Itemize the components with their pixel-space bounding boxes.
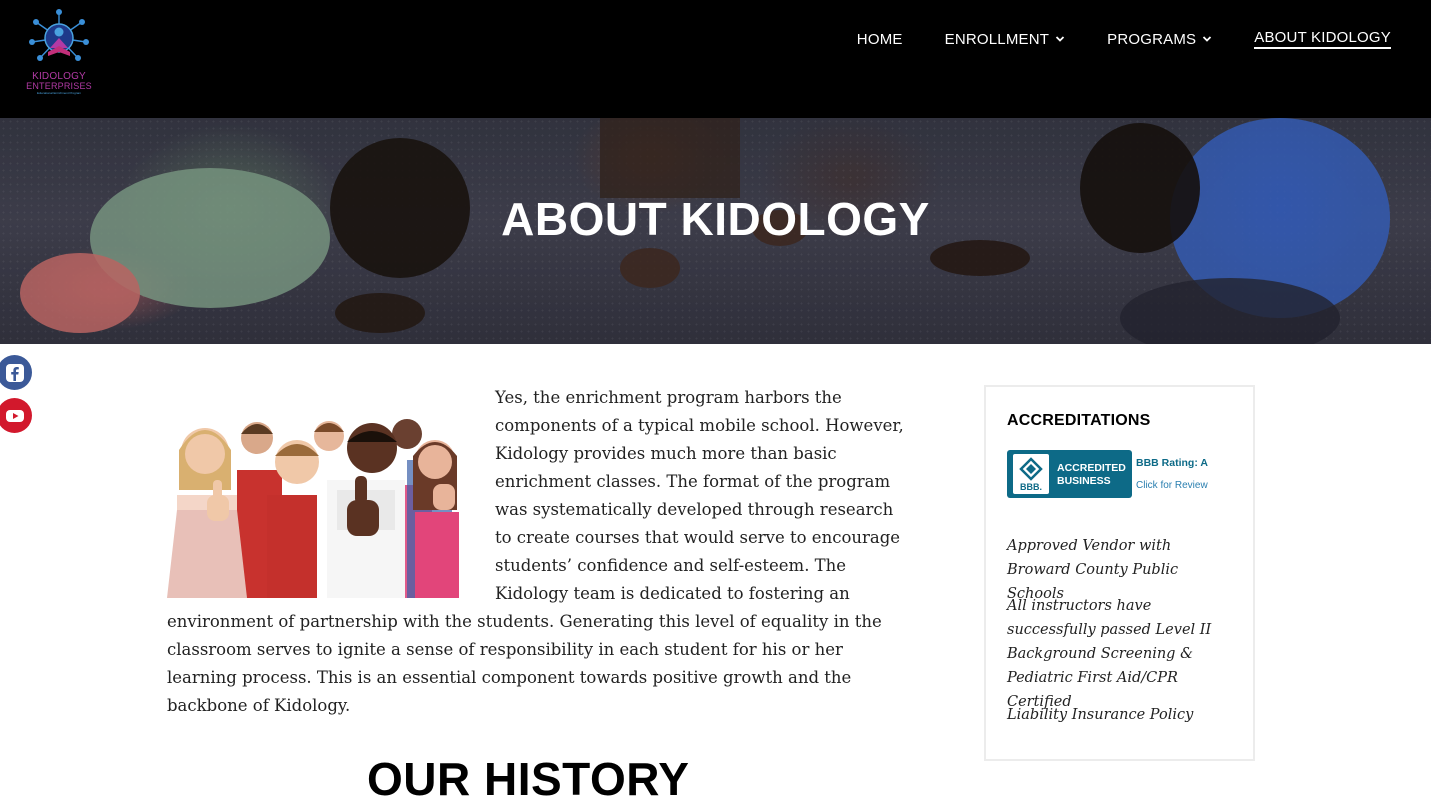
kidology-logo[interactable]: KIDOLOGY ENTERPRISES Educational Enrichm…: [26, 8, 92, 98]
accreditations-title: ACCREDITATIONS: [1007, 412, 1151, 429]
chevron-down-icon: [1056, 36, 1065, 42]
logo-subname: ENTERPRISES: [26, 81, 92, 91]
bbb-accredited-line1: ACCREDITED: [1057, 462, 1126, 474]
hero-banner: ABOUT KIDOLOGY: [0, 118, 1431, 344]
logo-emblem-icon: [29, 9, 89, 61]
bbb-accredited-badge[interactable]: BBB. ACCREDITED BUSINESS BBB Rating: A C…: [1007, 450, 1217, 498]
main-nav: HOME ENROLLMENT PROGRAMS ABOUT KIDOLOGY: [857, 28, 1391, 50]
bbb-accredited-text: ACCREDITED BUSINESS: [1057, 462, 1126, 488]
bbb-accredited-line2: BUSINESS: [1057, 475, 1111, 487]
about-intro-text: Yes, the enrichment program harbors the …: [167, 388, 904, 715]
bbb-review-link[interactable]: Click for Review: [1136, 480, 1208, 491]
facebook-icon: [5, 363, 24, 382]
facebook-link[interactable]: [0, 355, 32, 390]
nav-label: HOME: [856, 30, 903, 48]
logo-tagline: Educational Enrichment Program: [36, 91, 82, 95]
accreditations-widget: ACCREDITATIONS BBB. ACCREDITED BUSINESS …: [984, 385, 1255, 761]
bbb-rating: BBB Rating: A: [1136, 457, 1208, 469]
nav-enrollment[interactable]: ENROLLMENT: [945, 31, 1066, 48]
accreditation-item: All instructors have successfully passed…: [1007, 598, 1212, 710]
youtube-icon: [5, 409, 24, 422]
youtube-link[interactable]: [0, 398, 32, 433]
bbb-logo-icon: BBB.: [1013, 454, 1049, 494]
logo-text: KIDOLOGY ENTERPRISES Educational Enrichm…: [26, 72, 92, 95]
accreditation-item: Liability Insurance Policy: [1007, 707, 1194, 723]
nav-label: ABOUT KIDOLOGY: [1254, 29, 1391, 49]
nav-about-kidology[interactable]: ABOUT KIDOLOGY: [1254, 29, 1391, 49]
nav-home[interactable]: HOME: [857, 31, 903, 48]
our-history-heading: OUR HISTORY: [367, 753, 690, 799]
nav-programs[interactable]: PROGRAMS: [1107, 31, 1212, 48]
nav-label: ENROLLMENT: [944, 30, 1050, 48]
page-title: ABOUT KIDOLOGY: [501, 193, 930, 245]
chevron-down-icon: [1203, 36, 1212, 42]
bbb-badge-box: BBB. ACCREDITED BUSINESS: [1007, 450, 1132, 498]
bbb-logo-text: BBB.: [1020, 482, 1042, 492]
site-header: KIDOLOGY ENTERPRISES Educational Enrichm…: [0, 0, 1431, 118]
nav-label: PROGRAMS: [1107, 30, 1197, 48]
